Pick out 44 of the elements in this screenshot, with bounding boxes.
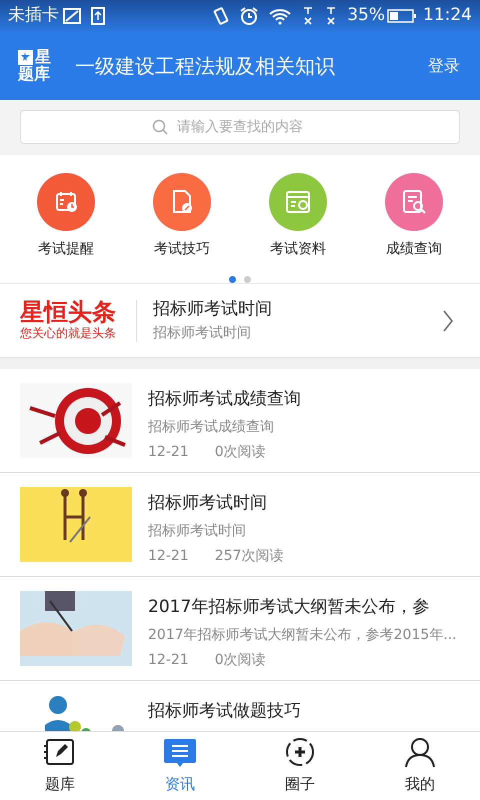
battery-icon [387,8,417,24]
category-label[interactable]: 考试提醒 [38,239,94,260]
category-label[interactable]: 考试技巧 [154,239,210,260]
read-count: 257次阅读 [214,546,284,566]
login-link[interactable]: 登录 [422,53,466,79]
chevron-right-icon [442,308,454,332]
article-title[interactable]: 招标师考试做题技巧 [148,699,301,724]
tab-bar-item[interactable]: 题库 [0,736,120,797]
wifi-icon [268,7,292,25]
image-icon [63,8,81,24]
battery-percent: 35% [347,4,385,28]
logo-text: 星 [35,49,51,66]
headline-title[interactable]: 招标师考试时间 [153,297,442,323]
brand-logo-text: 星恒头条 [20,300,116,324]
article-title[interactable]: 招标师考试成绩查询 [148,387,301,412]
article-date: 12-21 [148,442,189,462]
article-title[interactable]: 2017年招标师考试大纲暂未公布，参 [148,595,457,620]
read-count: 0次阅读 [214,442,266,462]
tab-bar-item[interactable]: 我的 [360,736,480,797]
carrier-text: 未插卡 [8,4,59,28]
upload-icon [91,7,105,25]
clock-time: 11:24 [423,4,472,28]
search-icon [152,119,168,135]
logo-text: 题库 [18,66,51,83]
chat-lines-icon [163,737,197,770]
article-date: 12-21 [148,546,189,566]
article-summary: 招标师考试成绩查询 [148,418,275,436]
person-icon [403,737,437,770]
tab-bar-item[interactable]: 圈子 [240,736,360,797]
alarm-clock-icon [239,6,260,26]
headline-subtitle: 招标师考试时间 [153,324,252,343]
page-indicator-dot[interactable] [229,276,236,283]
category-label[interactable]: 考试资料 [270,239,326,260]
tab-bar-item[interactable]: 资讯 [120,736,240,797]
category-label[interactable]: 成绩查询 [386,239,442,260]
article-summary: 2017年招标师考试大纲暂未公布，参考2015年... [148,626,457,644]
read-count: 0次阅读 [214,650,266,670]
search-field[interactable]: 请输入要查找的内容 [20,110,460,144]
article-summary: 招标师考试时间 [148,522,247,540]
article-date: 12-21 [148,650,189,670]
page-indicator-dot[interactable] [244,276,251,283]
page-title: 一级建设工程法规及相关知识 [75,53,336,80]
article-title[interactable]: 招标师考试时间 [148,491,284,516]
brand-slogan: 您关心的就是头条 [20,324,116,342]
